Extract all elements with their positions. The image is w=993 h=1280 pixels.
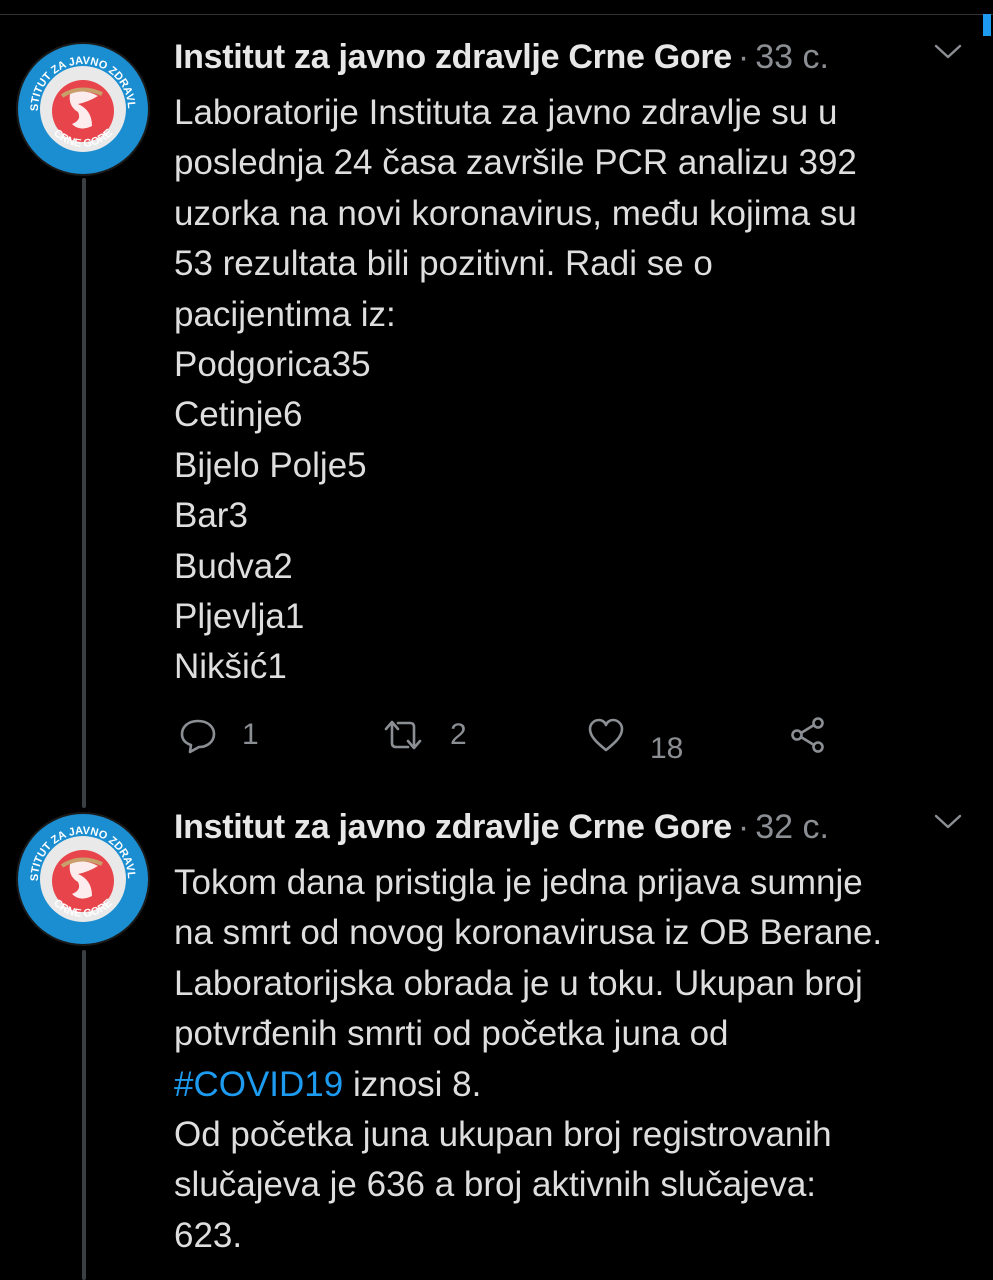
tweet-text: Laboratorije Instituta za javno zdravlje… (174, 93, 857, 687)
logo-icon: INSTITUT ZA JAVNO ZDRAVLJE CRNE GORE (18, 814, 137, 920)
reply-button[interactable]: 1 (178, 715, 259, 755)
heart-icon (588, 718, 624, 752)
tweet[interactable]: Institut za javno zdravlje Crne Gore · 33 … (174, 38, 974, 693)
tweet-actions: 1 2 18 (174, 715, 874, 765)
share-button[interactable] (788, 715, 828, 755)
avatar[interactable]: INSTITUT ZA JAVNO ZDRAVLJE CRNE GORE (18, 44, 148, 174)
separator-dot: · (737, 38, 750, 76)
retweet-icon (384, 720, 422, 750)
reply-count: 1 (242, 718, 259, 751)
chevron-down-icon[interactable] (932, 40, 964, 62)
logo-icon: INSTITUT ZA JAVNO ZDRAVLJE CRNE GORE (18, 44, 137, 150)
timestamp[interactable]: 32 с. (755, 808, 829, 846)
thread-line (82, 178, 86, 808)
avatar[interactable]: INSTITUT ZA JAVNO ZDRAVLJE CRNE GORE (18, 814, 148, 944)
reply-icon (180, 719, 216, 754)
tweet-text-part: Tokom dana pristigla je jedna prijava su… (174, 863, 883, 1054)
tweet[interactable]: Institut za javno zdravlje Crne Gore · 32 … (174, 808, 974, 1261)
scroll-indicator[interactable] (983, 14, 991, 36)
thread-line (82, 950, 86, 1280)
hashtag-link[interactable]: #COVID19 (174, 1065, 343, 1104)
tweet-header: Institut za javno zdravlje Crne Gore · 32 … (174, 808, 974, 858)
like-count: 18 (650, 732, 684, 765)
share-icon (791, 717, 824, 753)
author-name[interactable]: Institut za javno zdravlje Crne Gore (174, 38, 732, 76)
retweet-count: 2 (450, 718, 467, 751)
svg-text:CRNE GORE: CRNE GORE (51, 127, 115, 150)
tweet-header: Institut za javno zdravlje Crne Gore · 33 … (174, 38, 974, 88)
svg-text:CRNE GORE: CRNE GORE (51, 897, 115, 920)
retweet-button[interactable]: 2 (380, 715, 467, 755)
author-name[interactable]: Institut za javno zdravlje Crne Gore (174, 808, 732, 846)
timestamp[interactable]: 33 с. (755, 38, 829, 76)
like-button[interactable]: 18 (586, 715, 683, 765)
tweet-text: Tokom dana pristigla je jedna prijava su… (174, 858, 974, 1261)
separator-dot: · (737, 808, 750, 846)
top-divider (0, 14, 993, 15)
chevron-down-icon[interactable] (932, 810, 964, 832)
